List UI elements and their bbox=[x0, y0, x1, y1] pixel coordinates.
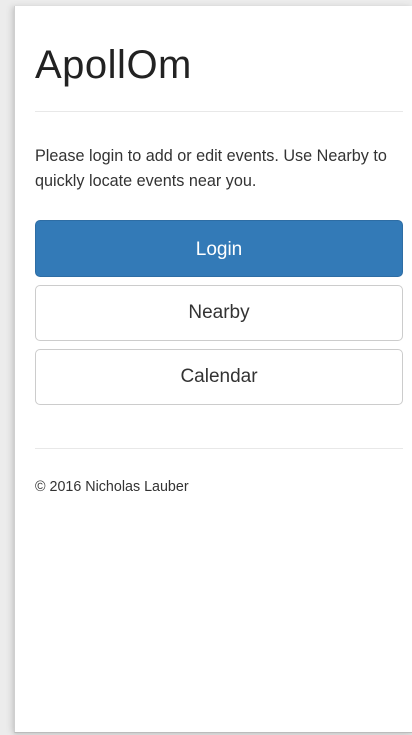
app-window: ApollOm Please login to add or edit even… bbox=[14, 6, 412, 733]
login-button[interactable]: Login bbox=[35, 220, 403, 277]
nearby-button[interactable]: Nearby bbox=[35, 285, 403, 341]
footer-divider bbox=[35, 448, 403, 449]
header-divider bbox=[35, 111, 403, 112]
calendar-button[interactable]: Calendar bbox=[35, 349, 403, 405]
page-title: ApollOm bbox=[35, 43, 192, 87]
intro-text: Please login to add or edit events. Use … bbox=[35, 147, 387, 190]
copyright-text: © 2016 Nicholas Lauber bbox=[35, 479, 189, 495]
